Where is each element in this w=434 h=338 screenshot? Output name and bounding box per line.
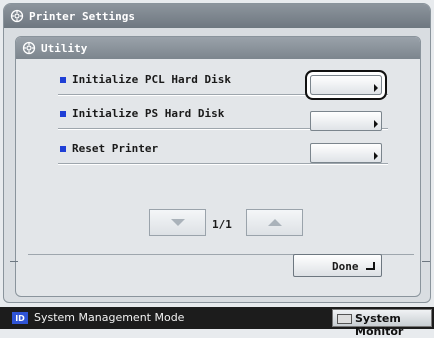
- monitor-icon: [337, 314, 352, 324]
- done-button[interactable]: Done: [293, 254, 382, 277]
- page-indicator: 1/1: [212, 218, 232, 231]
- triangle-up-icon: [267, 219, 282, 226]
- bullet-icon: [60, 146, 66, 152]
- system-monitor-button[interactable]: System Monitor: [332, 309, 432, 338]
- reset-printer-button[interactable]: [310, 143, 382, 163]
- system-monitor-label: System Monitor: [355, 312, 404, 338]
- row-divider: [58, 163, 388, 165]
- window-title: Printer Settings: [29, 9, 135, 23]
- page-down-button[interactable]: [149, 209, 206, 236]
- option-label: Initialize PCL Hard Disk: [72, 73, 231, 86]
- done-button-label: Done: [332, 260, 359, 273]
- panel-title-bar: Utility: [16, 37, 420, 59]
- printer-settings-window: Printer Settings Utility Initialize PCL …: [3, 3, 431, 303]
- arrow-right-icon: [374, 84, 378, 92]
- gear-icon: [10, 9, 24, 23]
- window-title-bar: Printer Settings: [4, 4, 430, 28]
- status-bar: ID System Management Mode System Monitor: [0, 307, 434, 338]
- mode-text: System Management Mode: [34, 311, 185, 324]
- enter-icon: [366, 262, 375, 270]
- arrow-right-icon: [374, 152, 378, 160]
- initialize-ps-hard-disk-button[interactable]: [310, 111, 382, 131]
- panel-title: Utility: [41, 41, 88, 55]
- frame-tick-right: [422, 261, 430, 262]
- initialize-pcl-hard-disk-button[interactable]: [310, 75, 382, 95]
- gear-icon: [22, 41, 36, 55]
- option-label: Initialize PS Hard Disk: [72, 107, 225, 120]
- frame-tick-left: [10, 261, 18, 262]
- bullet-icon: [60, 77, 66, 83]
- mode-icon: ID: [12, 312, 28, 324]
- option-label: Reset Printer: [72, 142, 159, 155]
- bullet-icon: [60, 111, 66, 117]
- page-up-button[interactable]: [246, 209, 303, 236]
- triangle-down-icon: [170, 219, 185, 226]
- arrow-right-icon: [374, 120, 378, 128]
